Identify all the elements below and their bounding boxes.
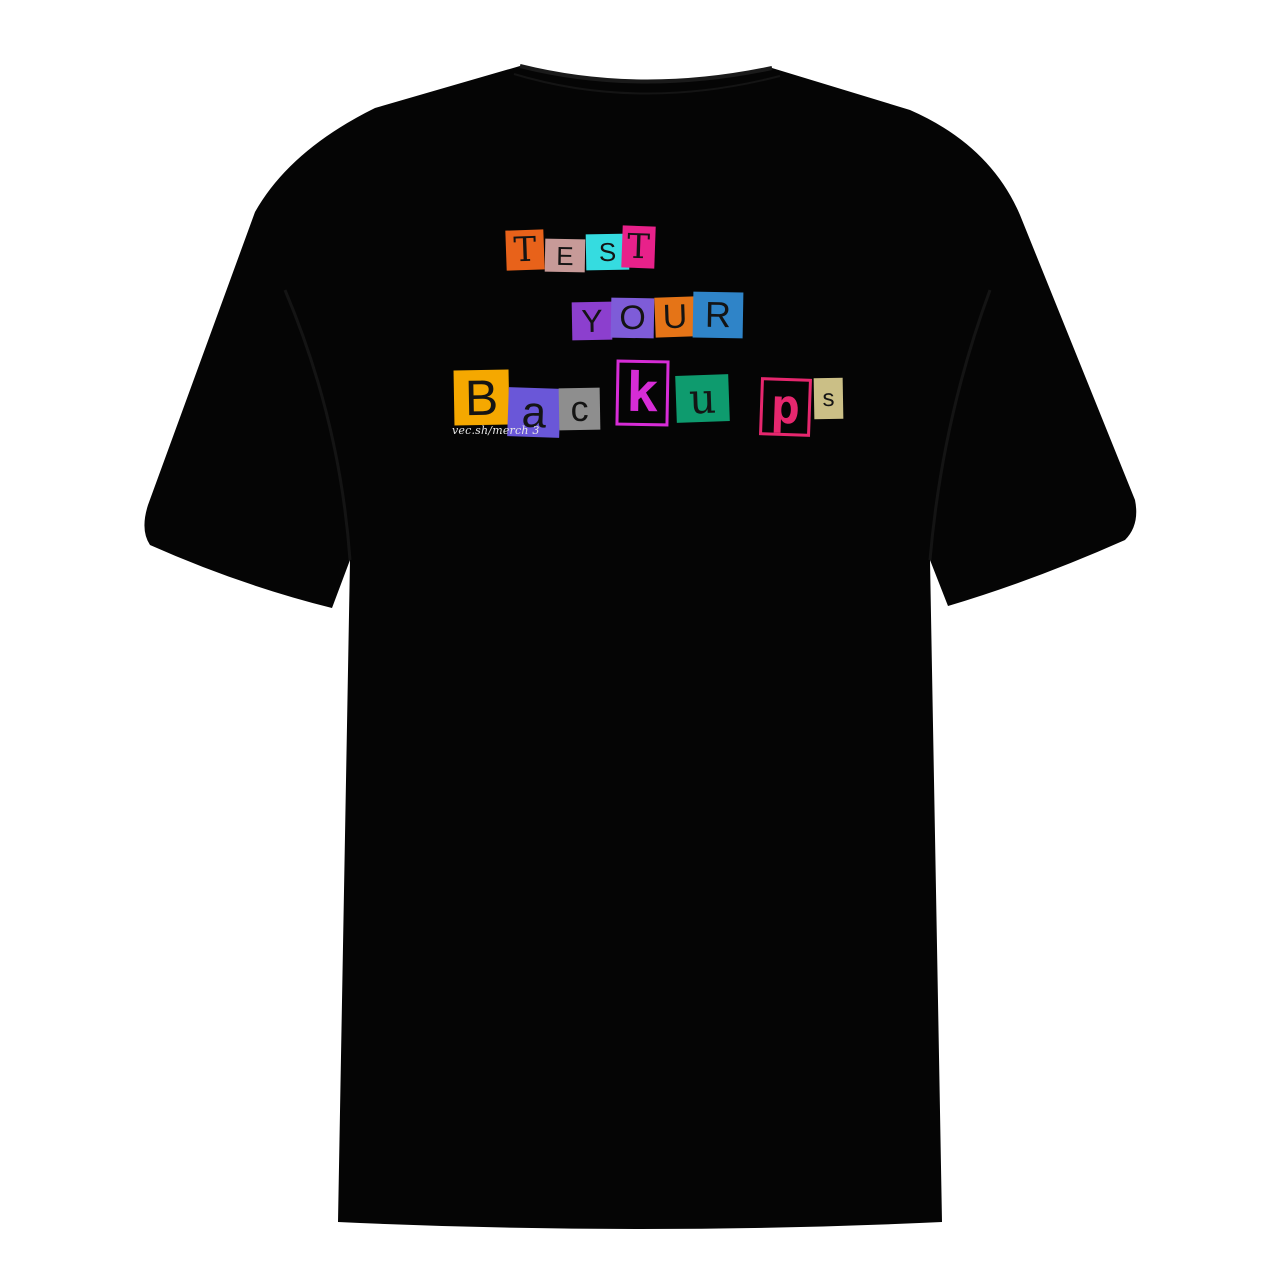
- letter-tile: p: [759, 377, 812, 437]
- letter-tile: R: [692, 291, 744, 339]
- letter-tile: T: [621, 225, 656, 269]
- letter-tile: k: [615, 359, 670, 427]
- letter-tile: s: [813, 377, 844, 420]
- letter-tile: T: [505, 229, 545, 271]
- letter-tile: O: [610, 297, 655, 339]
- letter-tile: B: [453, 369, 510, 426]
- letter-tile: U: [654, 296, 696, 338]
- signature-text: vec.sh/merch 3: [452, 424, 540, 437]
- tshirt-graphic: [144, 64, 1137, 1229]
- letter-tile: c: [558, 387, 601, 431]
- letter-tile: E: [544, 238, 586, 273]
- product-photo: TESTYOURBackups vec.sh/merch 3: [0, 0, 1280, 1280]
- letter-tile: u: [675, 373, 730, 423]
- letter-tile: Y: [571, 301, 613, 341]
